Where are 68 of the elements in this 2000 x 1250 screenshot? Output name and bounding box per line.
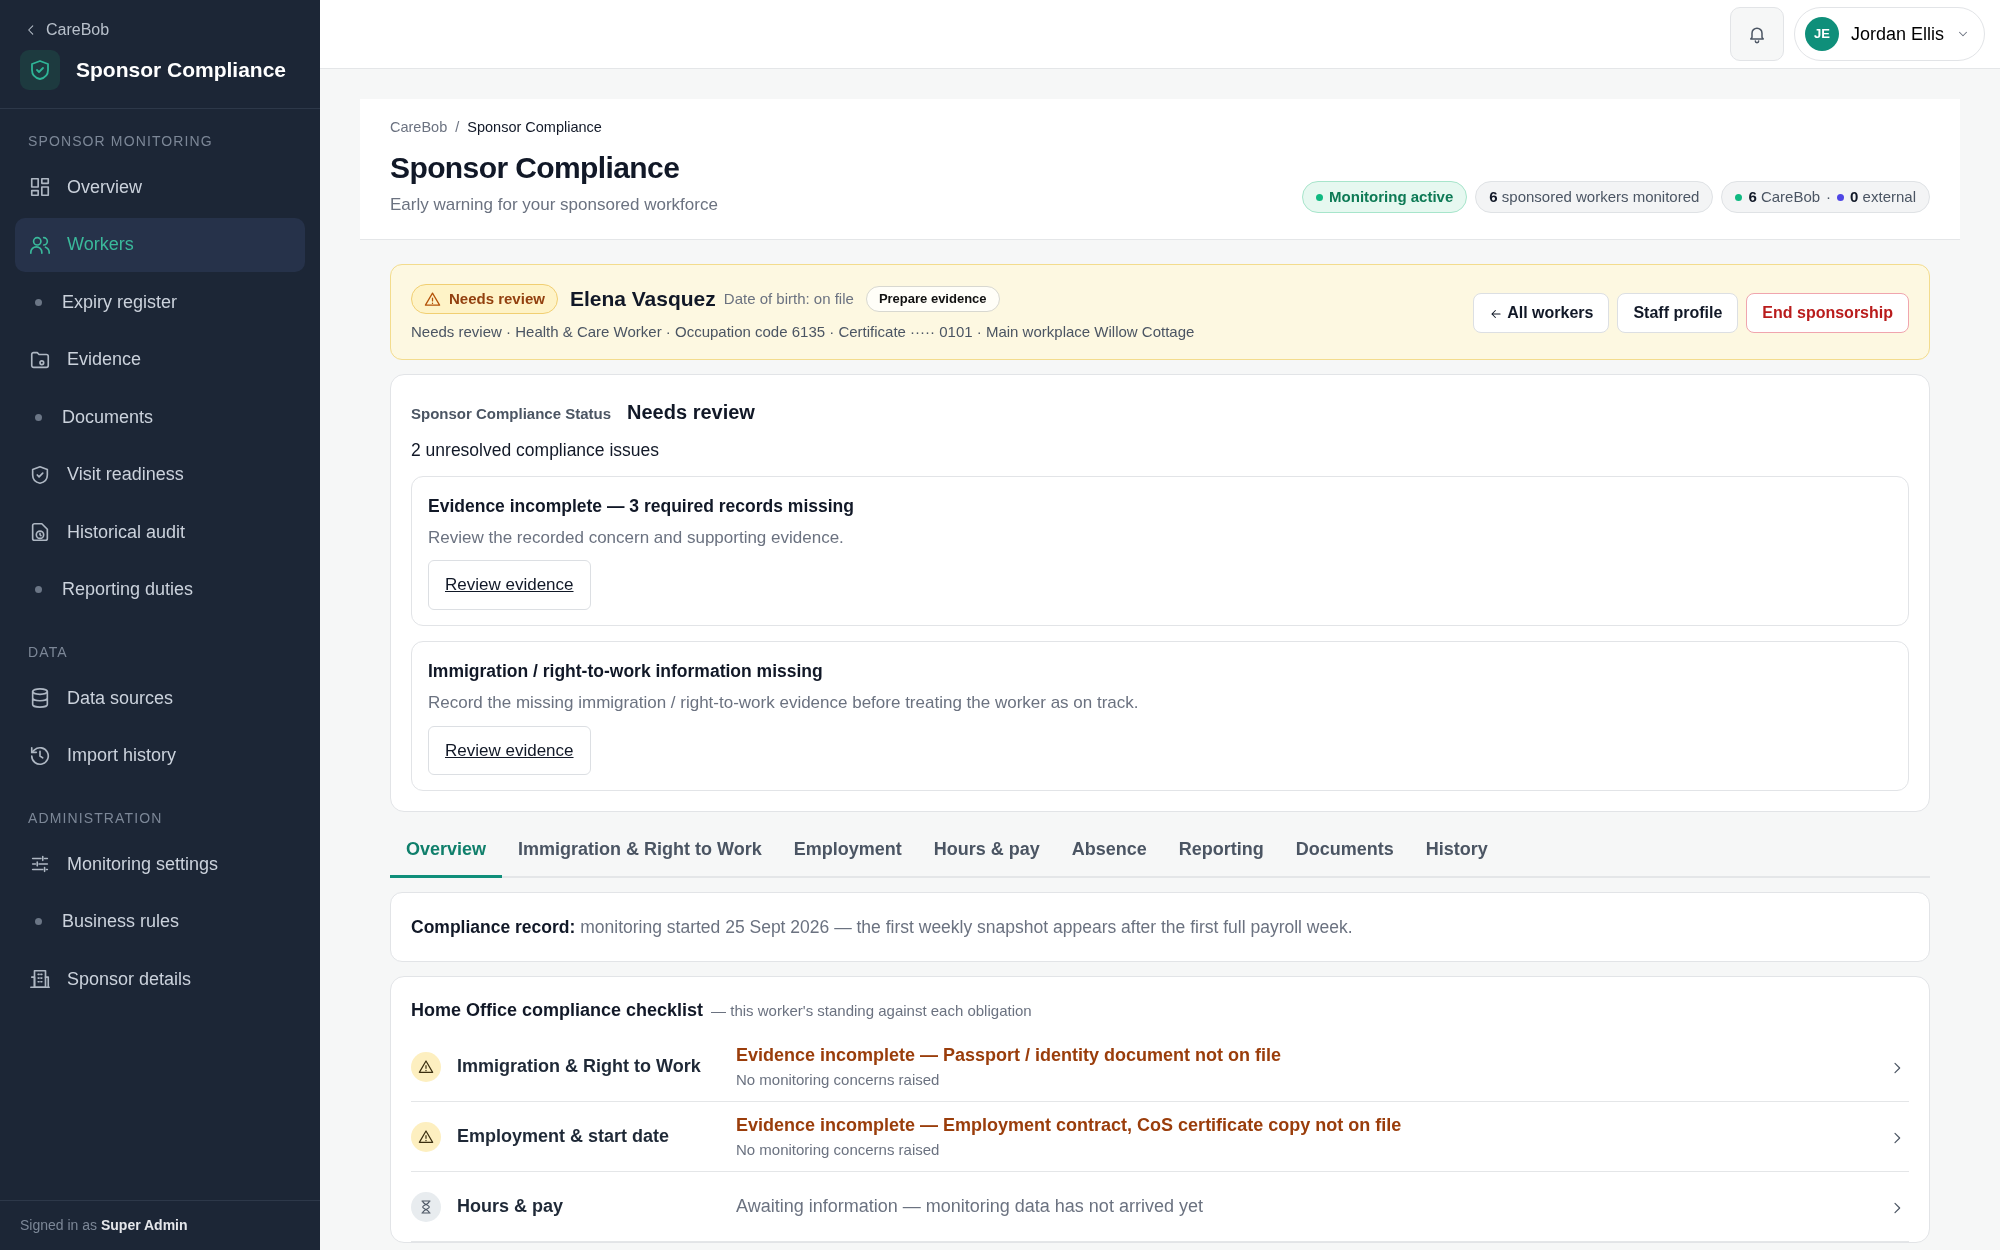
evidence-tag: Prepare evidence (865, 286, 1000, 312)
user-name: Jordan Ellis (1850, 22, 1944, 46)
obligation-status: Evidence incomplete — Employment contract, CoS certificate copy not on file (736, 1114, 1403, 1137)
sidebar-item[interactable]: Workers (15, 217, 305, 272)
pill-label: Monitoring active (1329, 186, 1454, 207)
sidebar-item[interactable]: Sponsor details (15, 952, 305, 1006)
compliance-record: Compliance record: monitoring started 25 Sept 2026 — the first weekly snapshot appears after the first full payroll week. (390, 892, 1930, 963)
page-subtitle: Early warning for your sponsored workforce (390, 193, 718, 216)
section-heading: ADMINISTRATION (27, 809, 164, 828)
end-sponsorship-button[interactable]: End sponsorship (1746, 293, 1909, 334)
breadcrumb-separator: / (455, 118, 460, 137)
tab[interactable]: Reporting (1162, 830, 1280, 878)
sidebar-item[interactable]: Documents (15, 390, 305, 444)
issue-description: Review the recorded concern and supporting evidence. (428, 526, 845, 549)
staff-profile-button[interactable]: Staff profile (1617, 293, 1739, 334)
obligation-name: Employment & start date (456, 1125, 671, 1149)
tab[interactable]: Overview (390, 830, 503, 878)
issue-title: Immigration / right-to-work information missing (428, 659, 824, 683)
obligation-note: No monitoring concerns raised (736, 1070, 941, 1090)
checklist-title: Home Office compliance checklist (411, 999, 704, 1023)
obligation-status: Evidence incomplete — Passport / identity document not on file (736, 1044, 1283, 1067)
section-heading: DATA (27, 643, 69, 662)
tab[interactable]: Immigration & Right to Work (502, 830, 778, 878)
date-of-birth: Date of birth: on file (723, 288, 854, 309)
user-menu-button[interactable]: JE Jordan Ellis (1793, 7, 1985, 61)
sidebar-item[interactable]: Expiry register (15, 275, 305, 329)
worker-name: Elena Vasquez (569, 286, 716, 313)
tab[interactable]: Hours & pay (917, 830, 1056, 878)
obligation-note: No monitoring concerns raised (736, 1140, 941, 1160)
issue-description: Record the missing immigration / right-to-work evidence before treating the worker as on track. (428, 692, 1140, 714)
status-label: Sponsor Compliance Status (411, 404, 612, 425)
tab[interactable]: History (1409, 830, 1504, 878)
pill-label: 6 sponsored workers monitored (1489, 186, 1700, 207)
back-link[interactable]: CareBob (20, 18, 110, 42)
tab[interactable]: Employment (777, 830, 918, 878)
sidebar-item[interactable]: Visit readiness (15, 447, 305, 502)
sidebar-item[interactable]: Evidence (15, 332, 305, 387)
tab[interactable]: Documents (1279, 830, 1410, 878)
separator-dot: · (1826, 186, 1832, 207)
sidebar-item[interactable]: Data sources (15, 671, 305, 725)
pill-label: 6 CareBob (1748, 186, 1821, 207)
sidebar-item[interactable]: Historical audit (15, 505, 305, 559)
obligation-name: Hours & pay (456, 1195, 565, 1219)
avatar: JE (1804, 17, 1839, 51)
sidebar-item[interactable]: Import history (15, 728, 305, 783)
obligation-name: Immigration & Right to Work (456, 1055, 702, 1079)
section-heading: SPONSOR MONITORING (27, 132, 214, 151)
pill-label: 0 external (1850, 186, 1916, 207)
page-title: Sponsor Compliance (390, 149, 681, 186)
sidebar-item[interactable]: Monitoring settings (15, 837, 305, 891)
all-workers-button[interactable]: All workers (1473, 293, 1610, 334)
worker-details: Needs review · Health & Care Worker · Occupation code 6135 · Certificate ····· 0101 · Main workplace Willow Cottage (411, 321, 1195, 342)
status-badge: Needs review (411, 283, 558, 315)
status-value: Needs review (627, 400, 755, 426)
obligation-status: Awaiting information — monitoring data has not arrived yet (736, 1195, 1204, 1219)
sidebar-item[interactable]: Reporting duties (15, 562, 305, 617)
sidebar-item[interactable]: Overview (15, 160, 305, 214)
signed-in-text: Signed in as Super Admin (0, 1200, 320, 1250)
checklist-note: — this worker's standing against each obligation (711, 1001, 1032, 1022)
tab[interactable]: Absence (1055, 830, 1163, 878)
breadcrumb-item[interactable]: CareBob (390, 117, 448, 139)
review-evidence-button[interactable]: Review evidence (428, 725, 591, 775)
issue-title: Evidence incomplete — 3 required records missing (428, 494, 855, 518)
review-evidence-button[interactable]: Review evidence (428, 560, 591, 610)
breadcrumb-item: Sponsor Compliance (467, 118, 602, 137)
app-title: Sponsor Compliance (76, 57, 287, 84)
issue-summary: 2 unresolved compliance issues (411, 439, 661, 463)
sidebar-item[interactable]: Business rules (15, 894, 305, 949)
